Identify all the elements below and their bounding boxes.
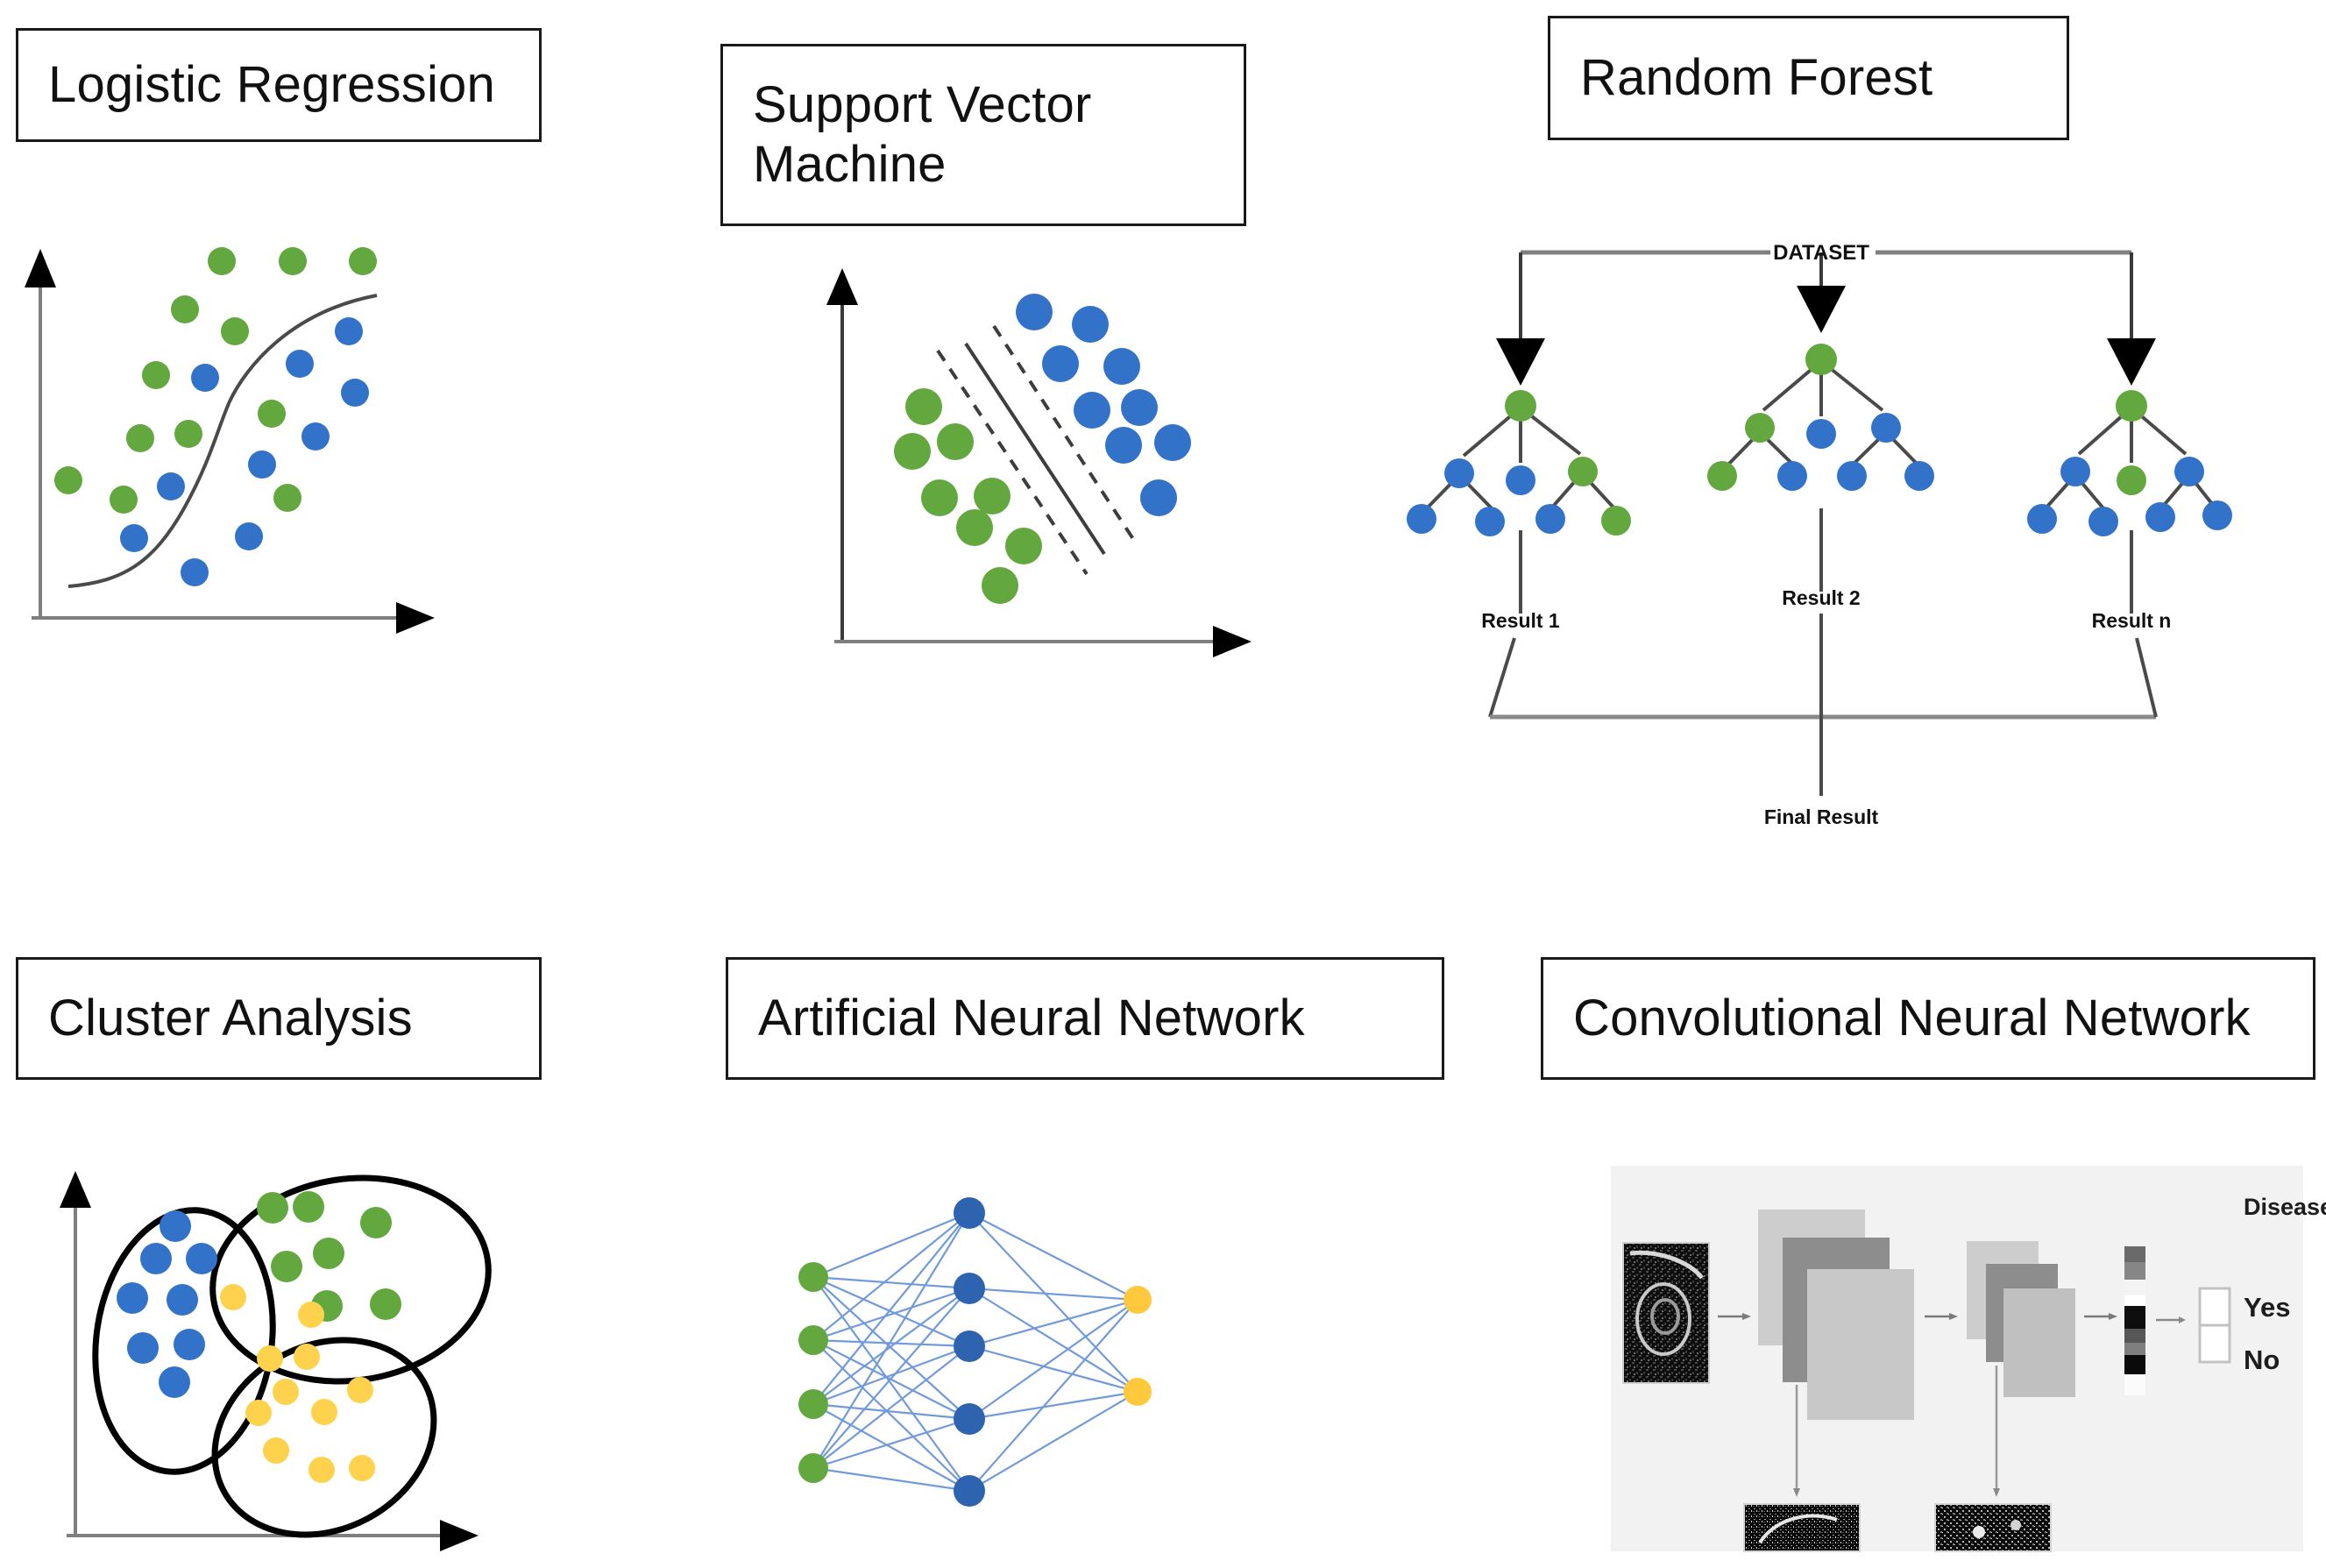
arrow-to-tree-3 — [2107, 338, 2156, 386]
title-box-random-forest: Random Forest — [1548, 16, 2069, 140]
x-axis-arrowhead — [1213, 626, 1252, 657]
title-box-artificial-neural-network: Artificial Neural Network — [726, 957, 1444, 1080]
panel-artificial-neural-network — [745, 1157, 1183, 1543]
arrow-to-tree-1 — [1496, 338, 1545, 386]
tree-3 — [2027, 390, 2232, 614]
axes — [25, 249, 435, 634]
cnn-input-image — [1622, 1242, 1710, 1384]
x-axis-arrowhead — [440, 1520, 479, 1551]
logistic-regression-chart — [25, 247, 435, 634]
result-label-3: Result n — [2092, 609, 2172, 632]
ann-diagram — [798, 1197, 1152, 1507]
result-label-1: Result 1 — [1481, 609, 1560, 632]
title-box-convolutional-neural-network: Convolutional Neural Network — [1541, 957, 2315, 1080]
cnn-output-box — [2198, 1287, 2231, 1364]
green-points-group — [894, 388, 1042, 604]
cnn-question-label: Disease? — [2244, 1194, 2326, 1220]
panel-random-forest: DATASET Result 1 Result 2 Result n Final… — [1358, 219, 2326, 850]
cluster-analysis-chart — [60, 1171, 492, 1551]
cnn-feature-map-2 — [1934, 1503, 2052, 1552]
panel-cluster-analysis — [26, 1139, 552, 1568]
cnn-arrow-4 — [2156, 1316, 2186, 1323]
title-box-support-vector-machine: Support Vector Machine — [720, 44, 1246, 226]
green-cluster-points — [257, 1191, 401, 1322]
cnn-option-yes: Yes — [2244, 1292, 2290, 1323]
panel-support-vector-machine — [789, 245, 1280, 675]
blue-points-group — [1016, 294, 1191, 516]
arrow-to-tree-2 — [1797, 286, 1846, 333]
sigmoid-curve — [67, 294, 378, 588]
cnn-flatten-vector — [2124, 1246, 2145, 1395]
cnn-feature-map-1 — [1743, 1503, 1861, 1552]
tree-1-root — [1505, 390, 1536, 422]
cnn-conv-block-1 — [1758, 1210, 1914, 1420]
cluster-ellipse-yellow — [211, 1337, 437, 1538]
tree-2-root — [1805, 344, 1837, 375]
panel-title-svm-line1: Support Vector — [753, 75, 1092, 133]
random-forest-diagram: DATASET Result 1 Result 2 Result n Final… — [1407, 241, 2232, 828]
dataset-label: DATASET — [1773, 241, 1869, 265]
panel-convolutional-neural-network: Disease? Yes No — [1611, 1166, 2326, 1552]
result-label-2: Result 2 — [1782, 586, 1860, 609]
aggregation-bracket — [1488, 614, 2158, 796]
tree-2 — [1707, 344, 1934, 592]
y-axis-arrowhead — [826, 268, 858, 305]
panel-title-artificial-neural-network: Artificial Neural Network — [758, 989, 1305, 1047]
cnn-arrow-3 — [2084, 1313, 2117, 1320]
blue-cluster-points — [117, 1210, 217, 1398]
cnn-arrow-1 — [1718, 1313, 1751, 1320]
ann-output-nodes — [1124, 1286, 1152, 1406]
panel-title-svm-line2: Machine — [753, 136, 947, 193]
title-box-logistic-regression: Logistic Regression — [16, 28, 542, 142]
cnn-diagram: Disease? Yes No — [1622, 1194, 2326, 1552]
ann-hidden-nodes — [954, 1197, 985, 1507]
cnn-option-no: No — [2244, 1345, 2280, 1375]
cnn-conv-block-2 — [1967, 1241, 2075, 1397]
x-axis-arrowhead — [396, 602, 435, 634]
svm-chart — [826, 268, 1252, 657]
panel-title-cluster-analysis: Cluster Analysis — [48, 989, 413, 1047]
panel-title-logistic-regression: Logistic Regression — [48, 55, 495, 113]
cluster-ellipse-green — [209, 1174, 492, 1385]
tree-1 — [1407, 390, 1631, 614]
y-axis-arrowhead — [60, 1171, 91, 1208]
panel-title-random-forest: Random Forest — [1580, 48, 1933, 106]
panel-title-convolutional-neural-network: Convolutional Neural Network — [1573, 989, 2251, 1047]
panel-logistic-regression — [0, 219, 456, 657]
title-box-cluster-analysis: Cluster Analysis — [16, 957, 542, 1080]
final-result-label: Final Result — [1764, 805, 1879, 828]
y-axis-arrowhead — [25, 249, 56, 287]
tree-3-root — [2116, 390, 2147, 422]
cnn-arrow-2 — [1925, 1313, 1958, 1320]
